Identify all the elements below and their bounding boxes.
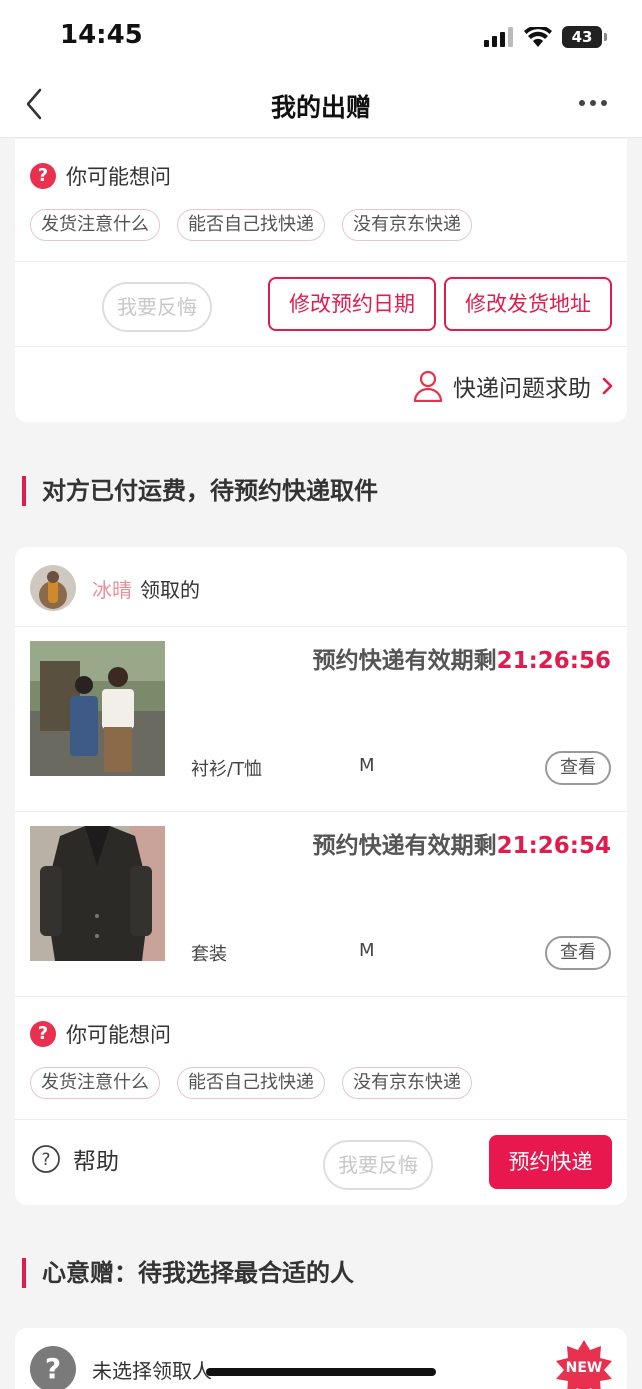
receiver-name[interactable]: 冰晴 (92, 574, 132, 603)
item-size: M (359, 755, 375, 776)
divider (15, 1119, 627, 1120)
divider (15, 261, 627, 262)
avatar[interactable] (30, 565, 76, 611)
status-bar: 14:45 43 (0, 0, 642, 70)
courier-help-label: 快递问题求助 (453, 376, 591, 402)
svg-text:?: ? (41, 1150, 50, 1170)
faq-chip[interactable]: 没有京东快递 (342, 209, 472, 241)
user-icon (413, 370, 443, 402)
receiver-row: 冰晴 领取的 (30, 565, 200, 611)
chevron-right-icon (602, 377, 613, 395)
list-item[interactable]: 预约快递有效期剩21:26:56 衬衫/T恤 M 查看 (15, 627, 627, 811)
courier-help-link[interactable]: 快递问题求助 (413, 369, 613, 403)
countdown-time: 21:26:54 (496, 833, 611, 859)
wifi-icon (524, 27, 552, 47)
regret-button[interactable]: 我要反悔 (102, 282, 212, 332)
new-badge: NEW (555, 1340, 613, 1389)
more-icon[interactable] (578, 98, 608, 108)
faq-chip[interactable]: 发货注意什么 (30, 209, 160, 241)
pending-pickup-card: 冰晴 领取的 预约快递有效期剩21:26:56 衬衫/T恤 M 查看 预约快递有… (15, 547, 627, 1205)
previous-order-card: ? 你可能想问 发货注意什么 能否自己找快递 没有京东快递 我要反悔 修改预约日… (15, 139, 627, 422)
countdown-label: 预约快递有效期剩 (312, 648, 497, 674)
divider (15, 346, 627, 347)
battery-icon: 43 (562, 26, 607, 48)
status-time: 14:45 (60, 20, 143, 50)
list-item[interactable]: 预约快递有效期剩21:26:54 套装 M 查看 (15, 812, 627, 996)
gift-row: ? 未选择领取人 (30, 1346, 212, 1389)
faq-title: 你可能想问 (66, 165, 171, 189)
nav-bar: 我的出赠 (0, 70, 642, 138)
change-address-button[interactable]: 修改发货地址 (444, 277, 612, 331)
regret-button[interactable]: 我要反悔 (323, 1140, 433, 1190)
faq-chip[interactable]: 发货注意什么 (30, 1067, 160, 1099)
faq-chip[interactable]: 没有京东快递 (342, 1067, 472, 1099)
item-size: M (359, 940, 375, 961)
help-circle-icon: ? (32, 1145, 60, 1173)
faq-chip[interactable]: 能否自己找快递 (177, 209, 325, 241)
question-icon: ? (30, 163, 56, 189)
question-icon: ? (30, 1021, 56, 1047)
faq-header: ? 你可能想问 (30, 161, 171, 191)
help-label: 帮助 (73, 1149, 119, 1175)
receiver-suffix: 领取的 (140, 577, 200, 602)
book-courier-button[interactable]: 预约快递 (489, 1135, 612, 1189)
faq-chip[interactable]: 能否自己找快递 (177, 1067, 325, 1099)
divider (15, 996, 627, 997)
page-title: 我的出赠 (270, 93, 371, 122)
pickup-countdown: 预约快递有效期剩21:26:54 (313, 826, 611, 860)
countdown-label: 预约快递有效期剩 (312, 833, 497, 859)
faq-chips: 发货注意什么 能否自己找快递 没有京东快递 (30, 1067, 472, 1099)
faq-chips: 发货注意什么 能否自己找快递 没有京东快递 (30, 209, 472, 241)
item-category: 衬衫/T恤 (191, 759, 263, 780)
unknown-avatar-icon: ? (30, 1346, 76, 1389)
faq-title: 你可能想问 (66, 1023, 171, 1047)
status-icons: 43 (484, 24, 607, 50)
item-photo (30, 641, 165, 776)
new-badge-label: NEW (565, 1360, 603, 1376)
cellular-signal-icon (484, 27, 513, 47)
item-photo (30, 826, 165, 961)
view-button[interactable]: 查看 (545, 751, 611, 785)
faq-header: ? 你可能想问 (30, 1019, 171, 1049)
countdown-time: 21:26:56 (496, 648, 611, 674)
pickup-countdown: 预约快递有效期剩21:26:56 (313, 641, 611, 675)
gift-status-text: 未选择领取人 (92, 1358, 212, 1383)
change-date-button[interactable]: 修改预约日期 (268, 277, 436, 331)
help-link[interactable]: ? 帮助 (31, 1143, 119, 1175)
item-category: 套装 (191, 944, 227, 965)
gift-card[interactable]: ? 未选择领取人 NEW (15, 1328, 627, 1389)
section-title-gift: 心意赠：待我选择最合适的人 (22, 1256, 354, 1290)
section-title-pending-pickup: 对方已付运费，待预约快递取件 (22, 474, 378, 508)
view-button[interactable]: 查看 (545, 936, 611, 970)
home-indicator (206, 1368, 436, 1376)
